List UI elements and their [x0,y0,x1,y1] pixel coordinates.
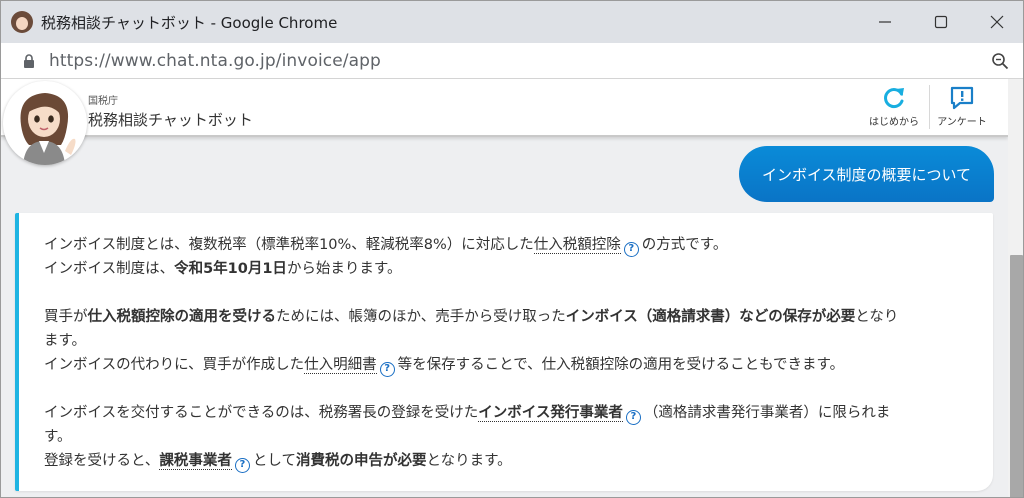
feedback-icon [950,86,974,110]
text-span: の方式です。 [641,237,728,253]
text-span: （適格請求書発行事業者）に限られま [643,405,891,421]
maximize-button[interactable] [913,1,969,43]
text-span: インボイスの代わりに、買手が作成した [44,357,305,373]
text-span: 買手が [44,309,88,325]
browser-window: 税務相談チャットボット - Google Chrome https://www.… [0,0,1024,498]
message-line: 買手が仕入税額控除の適用を受けるためには、帳簿のほか、売手から受け取ったインボイ… [44,305,898,329]
survey-button[interactable]: アンケート [932,85,992,131]
user-message-bubble: インボイス制度の概要について [739,146,994,202]
text-span: から始まります。 [286,261,402,277]
url-text[interactable]: https://www.chat.nta.go.jp/invoice/app [49,51,381,71]
refresh-icon [884,88,904,108]
message-line: ます。 [44,333,87,349]
text-span: となり [855,309,899,325]
term-link-taxable-business[interactable]: 課税事業者 [159,453,232,470]
text-span: インボイスを交付することができるのは、税務署長の登録を受けた [44,405,479,421]
scrollbar-thumb[interactable] [1010,255,1023,497]
restart-label: はじめから [869,117,919,128]
user-message-text: インボイス制度の概要について [761,165,972,184]
message-line: す。 [44,429,72,445]
bot-message-card: インボイス制度とは、複数税率（標準税率10%、軽減税率8%）に対応した仕入税額控… [15,213,993,491]
text-span: インボイス制度は、 [44,261,175,277]
address-bar[interactable]: https://www.chat.nta.go.jp/invoice/app [1,43,1023,79]
text-span: 登録を受けると、 [44,453,160,469]
text-span: となります。 [426,453,512,469]
bold-text: 仕入税額控除の適用を受ける [87,309,277,325]
bot-message-text: インボイス制度とは、複数税率（標準税率10%、軽減税率8%）に対応した仕入税額控… [44,233,898,473]
term-link-invoice-issuer[interactable]: インボイス発行事業者 [478,405,623,422]
window-title: 税務相談チャットボット - Google Chrome [41,13,338,32]
restart-button[interactable]: はじめから [864,85,924,131]
close-button[interactable] [969,1,1023,43]
bold-text: 令和5年10月1日 [174,261,287,277]
bold-text: インボイス（適格請求書）などの保存が必要 [565,309,856,325]
lock-icon[interactable] [23,53,35,68]
term-link-purchase-statement[interactable]: 仕入明細書 [304,357,377,374]
bold-text: 消費税の申告が必要 [296,453,427,469]
scrollbar[interactable] [1008,79,1023,497]
term-link-input-tax-credit[interactable]: 仕入税額控除 [533,237,621,254]
minimize-icon [879,21,891,23]
help-icon[interactable]: ? [234,458,250,473]
message-line: インボイス制度は、令和5年10月1日から始まります。 [44,257,898,281]
agency-name: 国税庁 [88,96,118,107]
title-bar: 税務相談チャットボット - Google Chrome [1,1,1023,43]
close-icon [990,15,1004,29]
chatbot-app: 国税庁 税務相談チャットボット はじめから アンケート インボイス制度の概要につ… [1,79,1023,497]
help-icon[interactable]: ? [379,362,395,377]
chatbot-avatar [3,81,87,165]
message-line: インボイスの代わりに、買手が作成した仕入明細書? 等を保存することで、仕入税額控除… [44,353,898,377]
window-controls [857,1,1023,43]
text-span: ためには、帳簿のほか、売手から受け取った [276,309,566,325]
header-divider [929,85,930,129]
app-header: 国税庁 税務相談チャットボット はじめから アンケート [1,79,1008,137]
text-span: 等を保存することで、仕入税額控除の適用を受けることもできます。 [397,357,845,373]
zoom-icon[interactable] [991,52,1009,70]
help-icon[interactable]: ? [623,242,639,257]
text-span: インボイス制度とは、複数税率（標準税率10%、軽減税率8%）に対応した [44,237,534,253]
help-icon[interactable]: ? [625,410,641,425]
app-title: 税務相談チャットボット [88,111,253,129]
message-line: 登録を受けると、課税事業者? として消費税の申告が必要となります。 [44,449,898,473]
maximize-icon [934,15,948,29]
text-span: として [252,453,296,469]
minimize-button[interactable] [857,1,913,43]
message-line: インボイスを交付することができるのは、税務署長の登録を受けたインボイス発行事業者… [44,401,898,425]
survey-label: アンケート [937,117,987,128]
chatbot-avatar-icon [11,11,33,33]
assistant-avatar-icon [20,93,76,165]
message-line: インボイス制度とは、複数税率（標準税率10%、軽減税率8%）に対応した仕入税額控… [44,233,898,257]
